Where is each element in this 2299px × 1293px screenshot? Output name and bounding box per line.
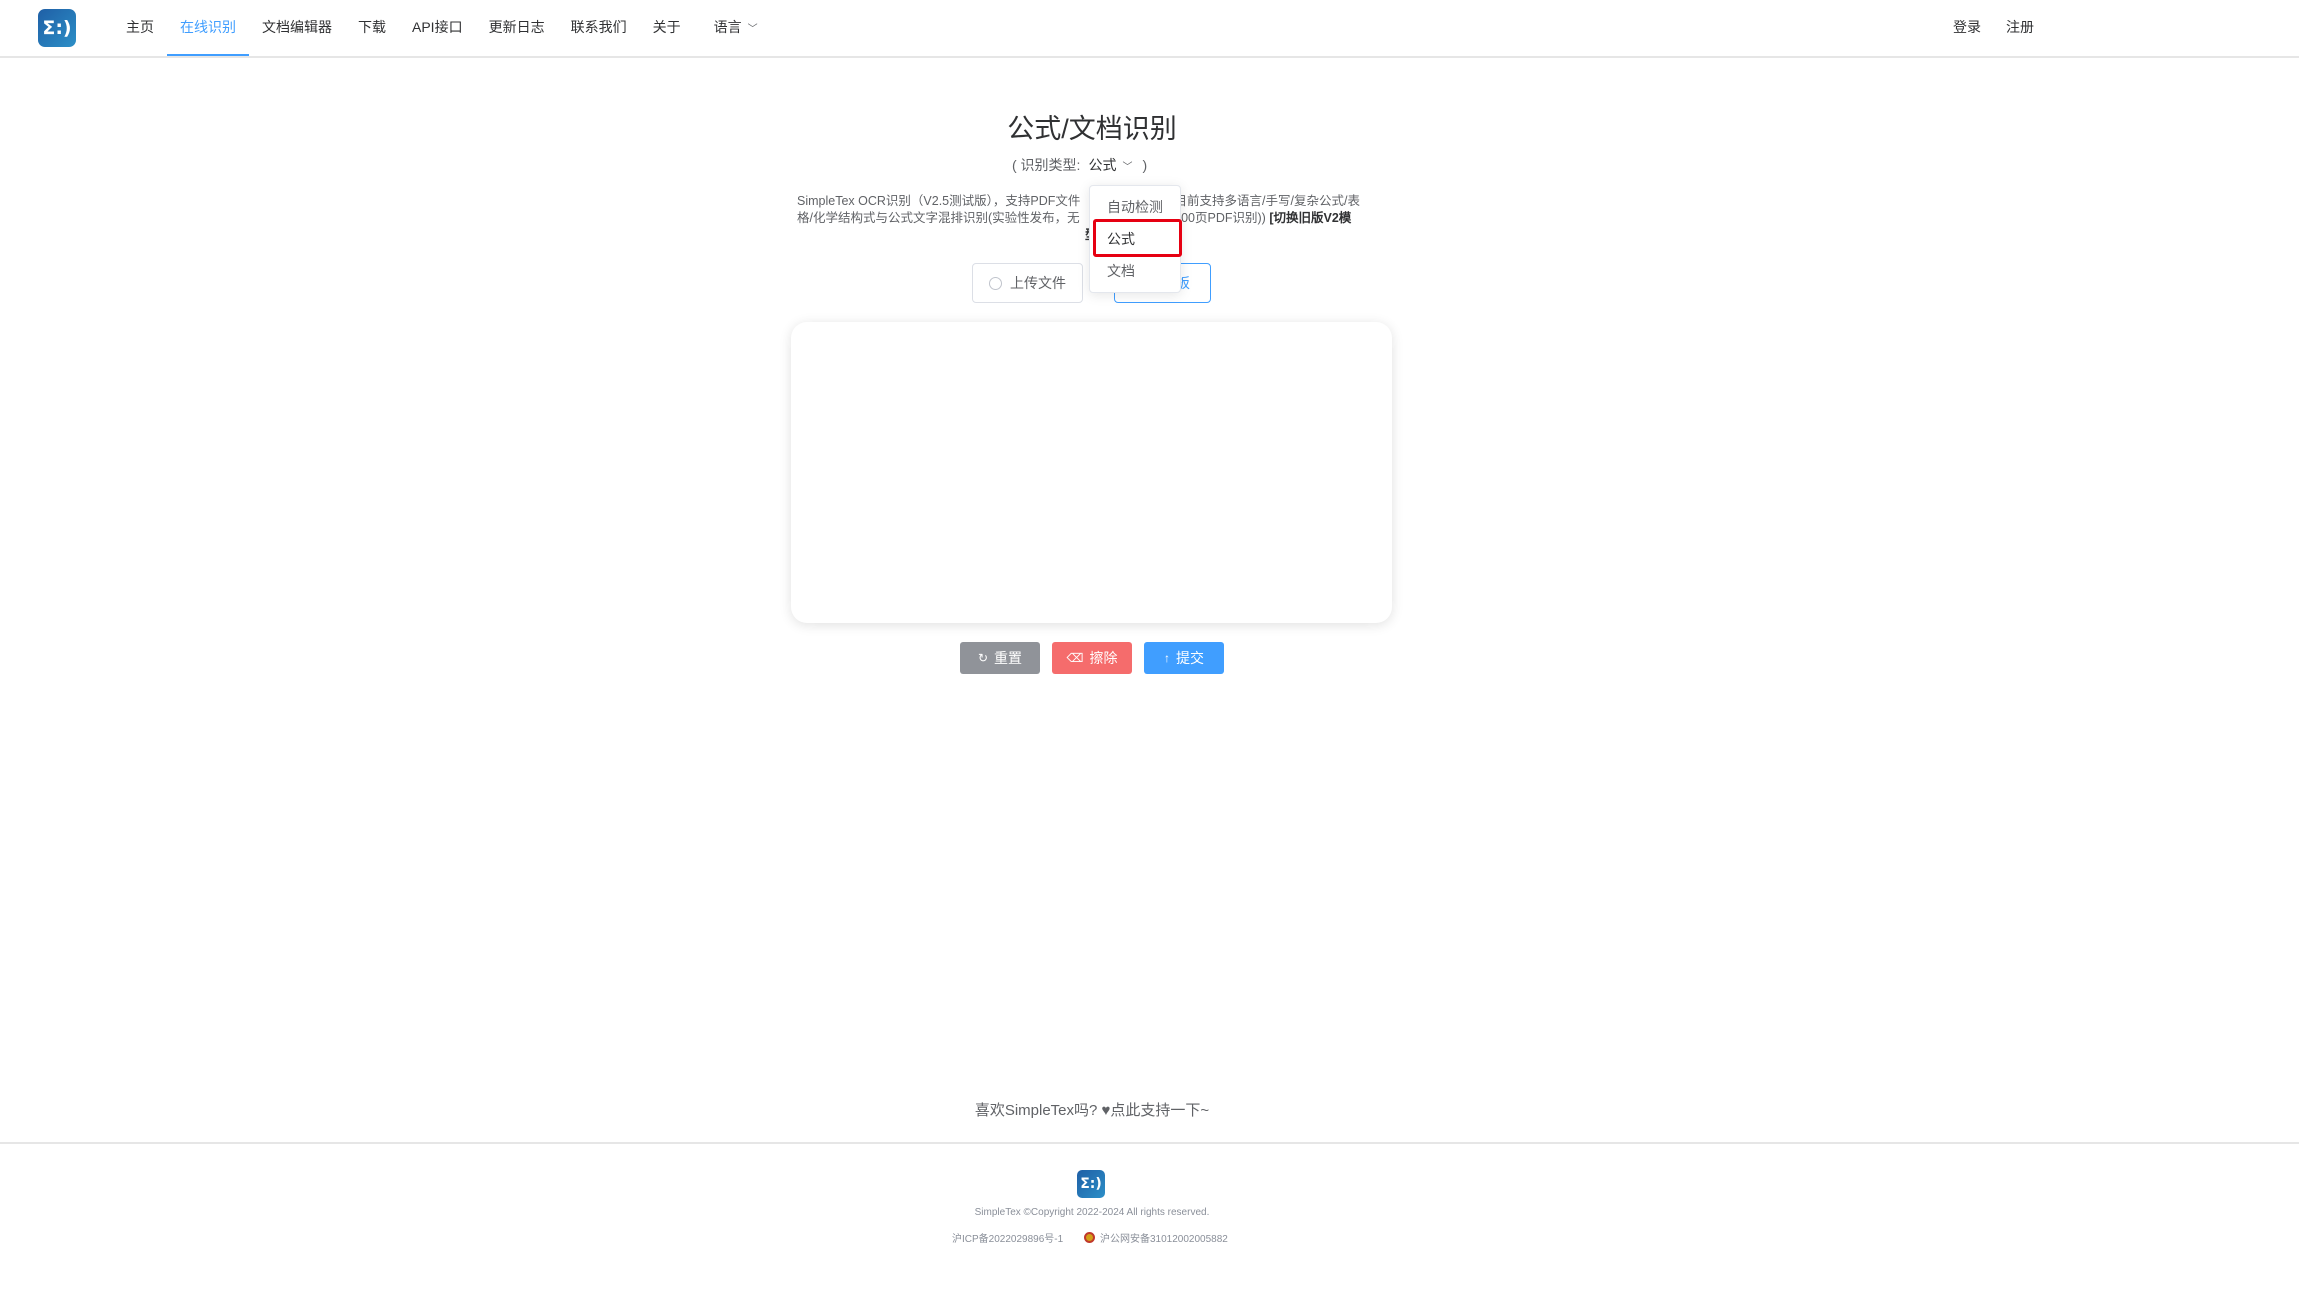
- upload-label: 上传文件: [1010, 275, 1066, 291]
- language-menu[interactable]: 语言 ﹀: [694, 0, 771, 56]
- police-record-text: 沪公网安备31012002005882: [1100, 1234, 1228, 1245]
- copyright-text: SimpleTex ©Copyright 2022-2024 All right…: [974, 1207, 1210, 1218]
- type-value: 公式: [1088, 157, 1117, 173]
- nav-home[interactable]: 主页: [113, 0, 167, 56]
- nav-download[interactable]: 下载: [345, 0, 399, 56]
- login-link[interactable]: 登录: [1953, 0, 1981, 56]
- upload-file-button[interactable]: 上传文件: [972, 263, 1083, 303]
- nav-about[interactable]: 关于: [640, 0, 694, 56]
- erase-button[interactable]: ⌫ 擦除: [1052, 642, 1132, 674]
- recognition-type-dropdown: 自动检测 公式 文档: [1089, 185, 1181, 293]
- police-record-link[interactable]: 沪公网安备31012002005882: [1084, 1230, 1228, 1245]
- recognition-type-row: ( 识别类型: 公式 ﹀ ): [1012, 153, 1147, 177]
- chevron-down-icon: ﹀: [747, 24, 758, 35]
- eraser-icon: ⌫: [1066, 651, 1084, 665]
- nav-online-recognition[interactable]: 在线识别: [167, 0, 249, 56]
- submit-label: 提交: [1176, 650, 1204, 666]
- police-emblem-icon: [1084, 1232, 1095, 1243]
- nav-contact[interactable]: 联系我们: [558, 0, 640, 56]
- chevron-down-icon: ﹀: [1122, 162, 1133, 173]
- switch-version-link[interactable]: [切换旧版V2模: [1269, 211, 1351, 225]
- desc-line1: SimpleTex OCR识别（V2.5测试版），支持PDF文件: [797, 194, 1081, 208]
- desc-line1b: (目前支持多语言/手写/复杂公式/表: [1170, 194, 1360, 208]
- type-suffix: ): [1142, 157, 1148, 173]
- drawing-canvas[interactable]: [791, 322, 1392, 623]
- upload-icon: ↑: [1164, 651, 1170, 665]
- refresh-icon: ↻: [977, 651, 989, 665]
- reset-label: 重置: [994, 650, 1023, 666]
- main-nav: 主页 在线识别 文档编辑器 下载 API接口 更新日志 联系我们 关于 语言 ﹀: [113, 0, 771, 58]
- dropdown-item-auto[interactable]: 自动检测: [1090, 191, 1180, 223]
- desc-line2: 格/化学结构式与公式文字混排识别(实验性发布，无: [797, 211, 1080, 225]
- erase-label: 擦除: [1089, 650, 1118, 666]
- footer-logo: Σ:): [1077, 1170, 1105, 1198]
- type-prefix: ( 识别类型:: [1012, 157, 1081, 173]
- language-label: 语言: [713, 19, 742, 35]
- page-title: 公式/文档识别: [1007, 114, 1177, 144]
- simpletex-logo[interactable]: Σ:): [38, 9, 76, 47]
- reset-button[interactable]: ↻ 重置: [960, 642, 1040, 674]
- nav-api[interactable]: API接口: [399, 0, 476, 56]
- dropdown-item-document[interactable]: 文档: [1090, 255, 1180, 287]
- icp-link[interactable]: 沪ICP备2022029896号-1: [952, 1230, 1063, 1245]
- support-link[interactable]: 喜欢SimpleTex吗? ♥点此支持一下~: [0, 1099, 2184, 1120]
- nav-doc-editor[interactable]: 文档编辑器: [249, 0, 345, 56]
- footer-divider: [0, 1142, 2299, 1144]
- register-link[interactable]: 注册: [2006, 0, 2034, 56]
- radio-icon: [989, 276, 1002, 290]
- submit-button[interactable]: ↑ 提交: [1144, 642, 1224, 674]
- recognition-type-select[interactable]: 公式 ﹀: [1088, 155, 1132, 175]
- nav-changelog[interactable]: 更新日志: [476, 0, 558, 56]
- top-navbar: Σ:) 主页 在线识别 文档编辑器 下载 API接口 更新日志 联系我们 关于 …: [0, 0, 2299, 58]
- dropdown-item-formula[interactable]: 公式: [1090, 223, 1180, 255]
